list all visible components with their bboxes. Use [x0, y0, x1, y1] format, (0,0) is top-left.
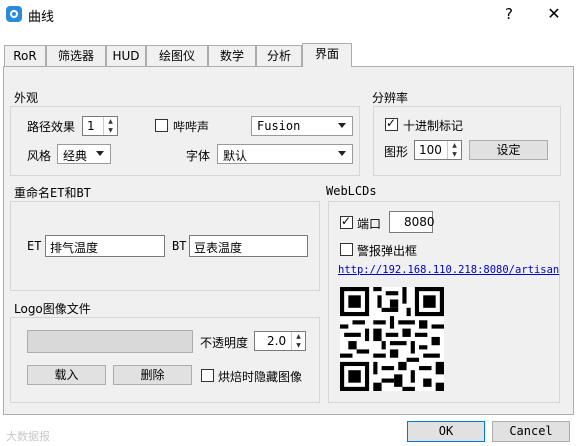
graph-spinbox[interactable]: 100 ▲ ▼	[414, 140, 462, 160]
tab-math[interactable]: 数学	[208, 45, 256, 66]
style-value: 经典	[63, 149, 88, 163]
watermark: 大数据报	[6, 430, 50, 443]
opacity-spinbox[interactable]: 2.0 ▲ ▼	[254, 331, 306, 351]
decimal-checkbox[interactable]	[385, 116, 398, 131]
weblcds-title: WebLCDs	[326, 184, 377, 198]
window-title: 曲线	[28, 10, 55, 25]
port-input[interactable]: 8080	[389, 211, 435, 233]
rename-title: 重命名ET和BT	[14, 186, 91, 200]
tab-ror[interactable]: RoR	[4, 45, 46, 66]
logo-preview-bar[interactable]	[27, 330, 193, 353]
weblcd-url-link[interactable]: http://192.168.110.218:8080/artisan	[338, 264, 559, 276]
appearance-title: 外观	[14, 91, 39, 105]
graph-label: 图形	[384, 145, 409, 159]
qr-code-image	[340, 287, 444, 391]
ok-button[interactable]: OK	[407, 421, 485, 442]
hide-image-label: 烘焙时隐藏图像	[218, 370, 303, 384]
graph-value: 100	[419, 143, 442, 157]
tab-filters[interactable]: 筛选器	[46, 45, 106, 66]
beep-checkbox[interactable]	[155, 119, 168, 132]
alarm-checkbox[interactable]	[340, 243, 353, 256]
spin-arrows-icon[interactable]: ▲ ▼	[103, 117, 117, 135]
tab-hud[interactable]: HUD	[106, 45, 146, 66]
chevron-down-icon	[338, 123, 346, 128]
tab-plotter[interactable]: 绘图仪	[146, 45, 208, 66]
style-combo[interactable]: 经典	[57, 144, 111, 164]
path-effect-spinbox[interactable]: 1 ▲ ▼	[82, 116, 118, 136]
close-button[interactable]: ✕	[542, 3, 566, 25]
font-label: 字体	[186, 149, 211, 163]
font-value: 默认	[223, 149, 248, 163]
tab-analysis[interactable]: 分析	[256, 45, 302, 66]
style-label: 风格	[27, 149, 52, 163]
delete-button[interactable]: 删除	[113, 365, 192, 385]
cancel-button[interactable]: Cancel	[492, 421, 570, 442]
set-button[interactable]: 设定	[469, 140, 548, 160]
alarm-label: 警报弹出框	[357, 244, 418, 258]
path-effect-value: 1	[87, 119, 95, 133]
spin-arrows-icon[interactable]: ▲ ▼	[291, 332, 305, 350]
app-icon	[6, 6, 22, 22]
logo-title: Logo图像文件	[14, 302, 91, 316]
fusion-combo[interactable]: Fusion	[251, 116, 353, 136]
chevron-down-icon	[96, 151, 104, 156]
chevron-down-icon	[338, 151, 346, 156]
font-combo[interactable]: 默认	[217, 144, 353, 164]
load-button[interactable]: 载入	[27, 365, 106, 385]
port-checkbox[interactable]	[340, 214, 353, 229]
et-input[interactable]: 排气温度	[45, 235, 165, 257]
hide-image-checkbox[interactable]	[201, 369, 214, 382]
fusion-value: Fusion	[257, 119, 301, 133]
tab-interface[interactable]: 界面	[302, 43, 352, 67]
help-button[interactable]: ?	[497, 3, 521, 25]
beep-label: 哔哔声	[173, 120, 210, 134]
et-value: 排气温度	[50, 241, 99, 255]
opacity-label: 不透明度	[200, 336, 249, 350]
et-label: ET	[27, 239, 42, 253]
bt-label: BT	[172, 239, 187, 253]
bt-input[interactable]: 豆表温度	[189, 235, 308, 257]
port-label: 端口	[357, 217, 382, 231]
decimal-label: 十进制标记	[403, 119, 464, 133]
title-bar: 曲线 ? ✕	[0, 0, 579, 30]
path-effect-label: 路径效果	[27, 120, 76, 134]
spin-arrows-icon[interactable]: ▲ ▼	[447, 141, 461, 159]
port-value: 8080	[404, 215, 435, 229]
bt-value: 豆表温度	[194, 241, 243, 255]
resolution-title: 分辨率	[372, 91, 409, 105]
opacity-value: 2.0	[267, 334, 287, 348]
